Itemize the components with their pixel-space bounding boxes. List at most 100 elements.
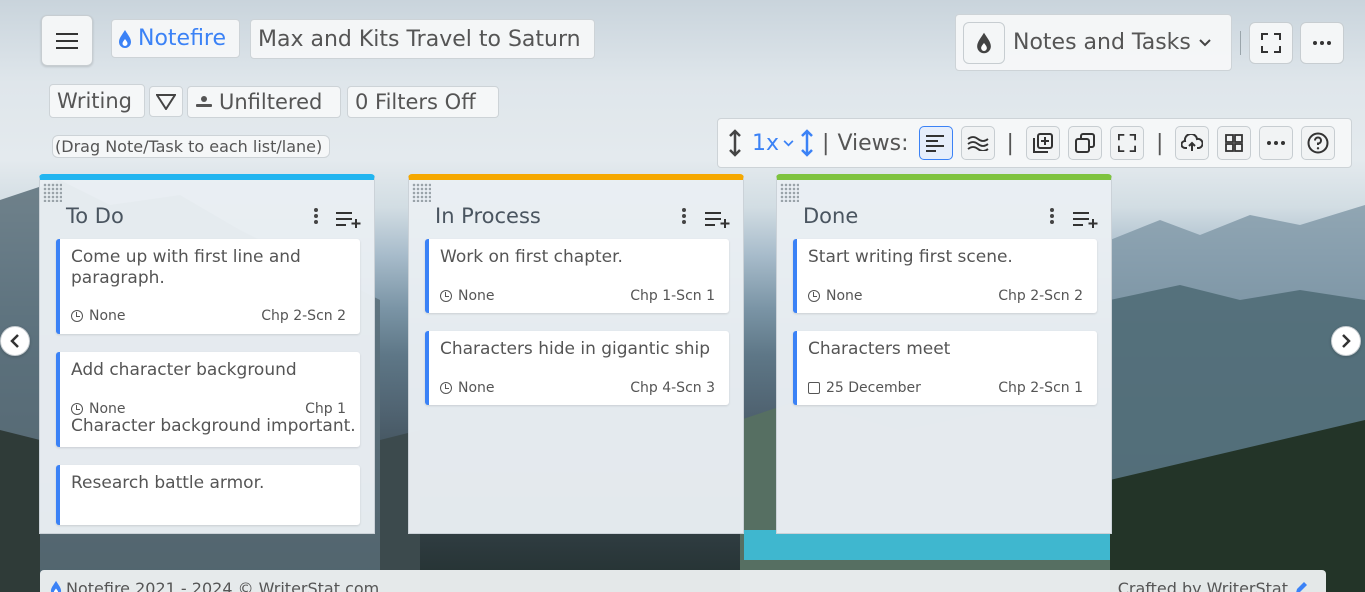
filters-off-button[interactable]: 0 Filters Off xyxy=(347,86,499,118)
clock-icon xyxy=(440,290,452,302)
help-button[interactable] xyxy=(1301,126,1336,160)
separator: | xyxy=(822,130,830,156)
task-chapter: Chp 4-Scn 3 xyxy=(630,380,715,396)
task-chapter: Chp 2-Scn 2 xyxy=(261,308,346,324)
view-toolbar: 1x | Views: | | xyxy=(717,118,1352,168)
task-due: None xyxy=(440,380,495,396)
grid-icon xyxy=(1225,134,1244,152)
lane-done[interactable]: Done Start writing first scene. None Chp… xyxy=(776,174,1112,534)
focus-button[interactable] xyxy=(1109,126,1144,160)
app-name: Notefire xyxy=(138,26,227,51)
ellipsis-icon xyxy=(1313,41,1331,45)
list-view-button[interactable] xyxy=(918,126,953,160)
lane-to-do[interactable]: To Do Come up with first line and paragr… xyxy=(39,174,375,534)
task-title: Start writing first scene. xyxy=(808,247,1013,267)
task-due: None xyxy=(440,288,495,304)
clock-icon xyxy=(71,310,83,322)
filter-status[interactable]: Unfiltered xyxy=(187,86,341,118)
task-card[interactable]: Characters hide in gigantic ship None Ch… xyxy=(425,331,729,405)
task-card[interactable]: Start writing first scene. None Chp 2-Sc… xyxy=(793,239,1097,313)
lane-title: Done xyxy=(803,204,859,228)
hamburger-icon xyxy=(56,32,78,49)
copy-icon xyxy=(1074,133,1095,153)
task-card[interactable]: Characters meet 25 December Chp 2-Scn 1 xyxy=(793,331,1097,405)
person-icon xyxy=(196,96,212,107)
task-due: None xyxy=(808,288,863,304)
add-task-icon[interactable] xyxy=(336,210,362,228)
fullscreen-button[interactable] xyxy=(1249,22,1293,64)
project-title[interactable]: Max and Kits Travel to Saturn xyxy=(250,19,595,59)
task-due-label: None xyxy=(826,288,863,304)
drag-hint: (Drag Note/Task to each list/lane) xyxy=(52,135,330,158)
view-selector[interactable]: Notes and Tasks xyxy=(955,14,1232,71)
chevron-down-icon xyxy=(783,139,794,146)
drag-handle-icon[interactable] xyxy=(780,183,799,202)
footer-copyright[interactable]: Notefire 2021 - 2024 © WriterStat.com xyxy=(66,579,379,592)
wave-view-button[interactable] xyxy=(960,126,995,160)
expand-icon xyxy=(1261,33,1281,53)
filter-button[interactable] xyxy=(149,86,183,117)
drag-handle-icon[interactable] xyxy=(412,183,431,202)
task-chapter: Chp 2-Scn 1 xyxy=(998,380,1083,396)
task-due-label: None xyxy=(89,308,126,324)
filter-status-label: Unfiltered xyxy=(219,90,323,114)
task-card[interactable]: Research battle armor. xyxy=(56,465,360,525)
zoom-selector[interactable]: 1x xyxy=(752,129,814,157)
task-title: Characters meet xyxy=(808,339,951,359)
more-button[interactable] xyxy=(1300,22,1344,64)
scroll-right-button[interactable] xyxy=(1331,326,1361,356)
duplicate-button[interactable] xyxy=(1067,126,1102,160)
task-card[interactable]: Work on first chapter. None Chp 1-Scn 1 xyxy=(425,239,729,313)
ellipsis-icon xyxy=(1267,141,1286,145)
clock-icon xyxy=(440,382,452,394)
flame-icon xyxy=(50,580,62,592)
expand-icon xyxy=(1117,134,1136,152)
app-logo[interactable]: Notefire xyxy=(111,19,240,58)
task-due-label: 25 December xyxy=(826,380,921,396)
task-title: Characters hide in gigantic ship xyxy=(440,339,711,359)
view-selector-label: Notes and Tasks xyxy=(1013,30,1191,55)
flame-icon xyxy=(119,29,131,48)
lane-title: To Do xyxy=(66,204,124,228)
chevron-left-icon xyxy=(10,334,19,348)
add-lane-button[interactable] xyxy=(1025,126,1060,160)
calendar-icon xyxy=(808,382,820,394)
task-card[interactable]: Add character background None Chp 1 Char… xyxy=(56,352,360,447)
clock-icon xyxy=(808,290,820,302)
flame-button[interactable] xyxy=(963,21,1005,64)
vertical-resize-icon[interactable] xyxy=(728,129,742,157)
lane-menu-icon[interactable] xyxy=(678,206,690,226)
add-task-icon[interactable] xyxy=(1073,210,1099,228)
scroll-left-button[interactable] xyxy=(0,326,30,356)
lane-menu-icon[interactable] xyxy=(310,206,322,226)
cloud-sync-button[interactable] xyxy=(1175,126,1210,160)
vertical-resize-icon xyxy=(801,129,813,157)
separator: | xyxy=(1006,130,1014,156)
footer-credit[interactable]: Crafted by WriterStat xyxy=(1118,579,1288,592)
task-chapter: Chp 1-Scn 1 xyxy=(630,288,715,304)
task-title: Work on first chapter. xyxy=(440,247,623,267)
drag-handle-icon[interactable] xyxy=(43,183,62,202)
lane-in-process[interactable]: In Process Work on first chapter. None C… xyxy=(408,174,744,534)
align-left-icon xyxy=(925,135,944,152)
task-due: 25 December xyxy=(808,380,921,396)
lane-menu-icon[interactable] xyxy=(1046,206,1058,226)
chevron-down-icon xyxy=(1199,38,1211,46)
flame-icon xyxy=(977,32,991,53)
task-title: Come up with first line and paragraph. xyxy=(71,247,301,288)
grid-view-button[interactable] xyxy=(1217,126,1252,160)
task-due-label: None xyxy=(89,401,126,417)
task-chapter: Chp 1 xyxy=(305,401,346,417)
footer: Notefire 2021 - 2024 © WriterStat.com Cr… xyxy=(40,570,1326,592)
menu-button[interactable] xyxy=(41,15,93,66)
task-due: None xyxy=(71,401,126,417)
add-copy-icon xyxy=(1032,133,1053,153)
pencil-icon xyxy=(1296,582,1307,592)
task-card[interactable]: Come up with first line and paragraph. N… xyxy=(56,239,360,334)
task-due-label: None xyxy=(458,380,495,396)
category-selector[interactable]: Writing xyxy=(49,84,145,118)
chevron-right-icon xyxy=(1342,334,1351,348)
more-views-button[interactable] xyxy=(1259,126,1294,160)
add-task-icon[interactable] xyxy=(705,210,731,228)
zoom-value: 1x xyxy=(752,130,780,156)
